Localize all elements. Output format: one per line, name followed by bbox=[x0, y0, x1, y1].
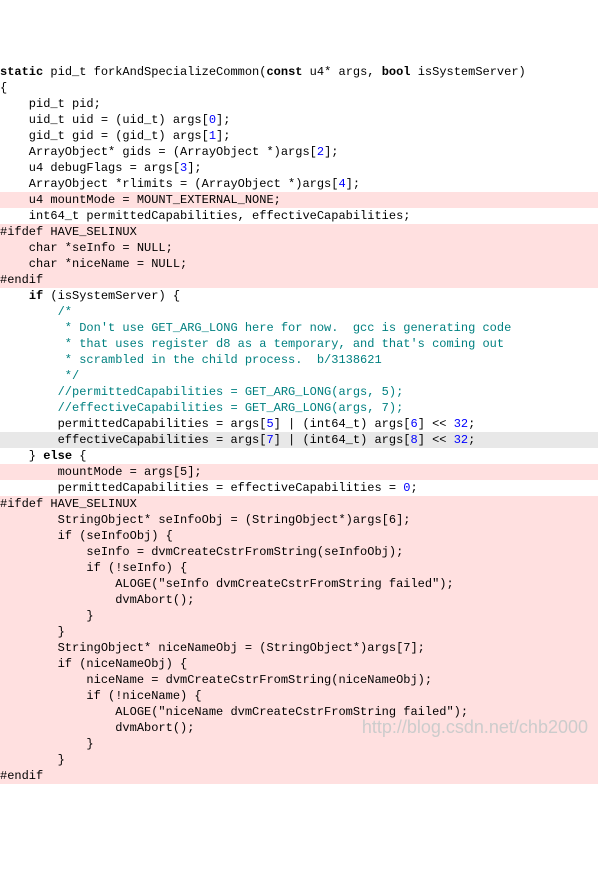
code-line: #ifdef HAVE_SELINUX bbox=[0, 496, 598, 512]
code-line: } else { bbox=[0, 448, 598, 464]
code-line: //permittedCapabilities = GET_ARG_LONG(a… bbox=[0, 384, 598, 400]
code-line: dvmAbort(); bbox=[0, 592, 598, 608]
code-line: u4 mountMode = MOUNT_EXTERNAL_NONE; bbox=[0, 192, 598, 208]
code-line: StringObject* seInfoObj = (StringObject*… bbox=[0, 512, 598, 528]
code-line: uid_t uid = (uid_t) args[0]; bbox=[0, 112, 598, 128]
code-line: #endif bbox=[0, 272, 598, 288]
code-line: StringObject* niceNameObj = (StringObjec… bbox=[0, 640, 598, 656]
code-line: } bbox=[0, 736, 598, 752]
code-line: permittedCapabilities = effectiveCapabil… bbox=[0, 480, 598, 496]
code-line: if (!seInfo) { bbox=[0, 560, 598, 576]
code-line: #ifdef HAVE_SELINUX bbox=[0, 224, 598, 240]
code-line: ArrayObject* gids = (ArrayObject *)args[… bbox=[0, 144, 598, 160]
code-line: int64_t permittedCapabilities, effective… bbox=[0, 208, 598, 224]
code-line: if (!niceName) { bbox=[0, 688, 598, 704]
code-line: } bbox=[0, 608, 598, 624]
code-line: * scrambled in the child process. b/3138… bbox=[0, 352, 598, 368]
code-line: ArrayObject *rlimits = (ArrayObject *)ar… bbox=[0, 176, 598, 192]
code-line: dvmAbort(); bbox=[0, 720, 598, 736]
code-line: */ bbox=[0, 368, 598, 384]
code-line: static pid_t forkAndSpecializeCommon(con… bbox=[0, 64, 598, 80]
code-line: if (niceNameObj) { bbox=[0, 656, 598, 672]
code-line: { bbox=[0, 80, 598, 96]
code-line: ALOGE("seInfo dvmCreateCstrFromString fa… bbox=[0, 576, 598, 592]
code-line: #endif bbox=[0, 768, 598, 784]
code-line: if (isSystemServer) { bbox=[0, 288, 598, 304]
code-line: u4 debugFlags = args[3]; bbox=[0, 160, 598, 176]
code-line: effectiveCapabilities = args[7] | (int64… bbox=[0, 432, 598, 448]
code-line: pid_t pid; bbox=[0, 96, 598, 112]
code-line: * Don't use GET_ARG_LONG here for now. g… bbox=[0, 320, 598, 336]
code-line: * that uses register d8 as a temporary, … bbox=[0, 336, 598, 352]
code-line: gid_t gid = (gid_t) args[1]; bbox=[0, 128, 598, 144]
code-block: static pid_t forkAndSpecializeCommon(con… bbox=[0, 64, 598, 784]
code-line: permittedCapabilities = args[5] | (int64… bbox=[0, 416, 598, 432]
code-line: seInfo = dvmCreateCstrFromString(seInfoO… bbox=[0, 544, 598, 560]
code-line: char *seInfo = NULL; bbox=[0, 240, 598, 256]
code-line: } bbox=[0, 624, 598, 640]
code-line: if (seInfoObj) { bbox=[0, 528, 598, 544]
code-line: mountMode = args[5]; bbox=[0, 464, 598, 480]
code-line: ALOGE("niceName dvmCreateCstrFromString … bbox=[0, 704, 598, 720]
code-line: //effectiveCapabilities = GET_ARG_LONG(a… bbox=[0, 400, 598, 416]
code-line: niceName = dvmCreateCstrFromString(niceN… bbox=[0, 672, 598, 688]
code-line: /* bbox=[0, 304, 598, 320]
code-line: char *niceName = NULL; bbox=[0, 256, 598, 272]
code-line: } bbox=[0, 752, 598, 768]
